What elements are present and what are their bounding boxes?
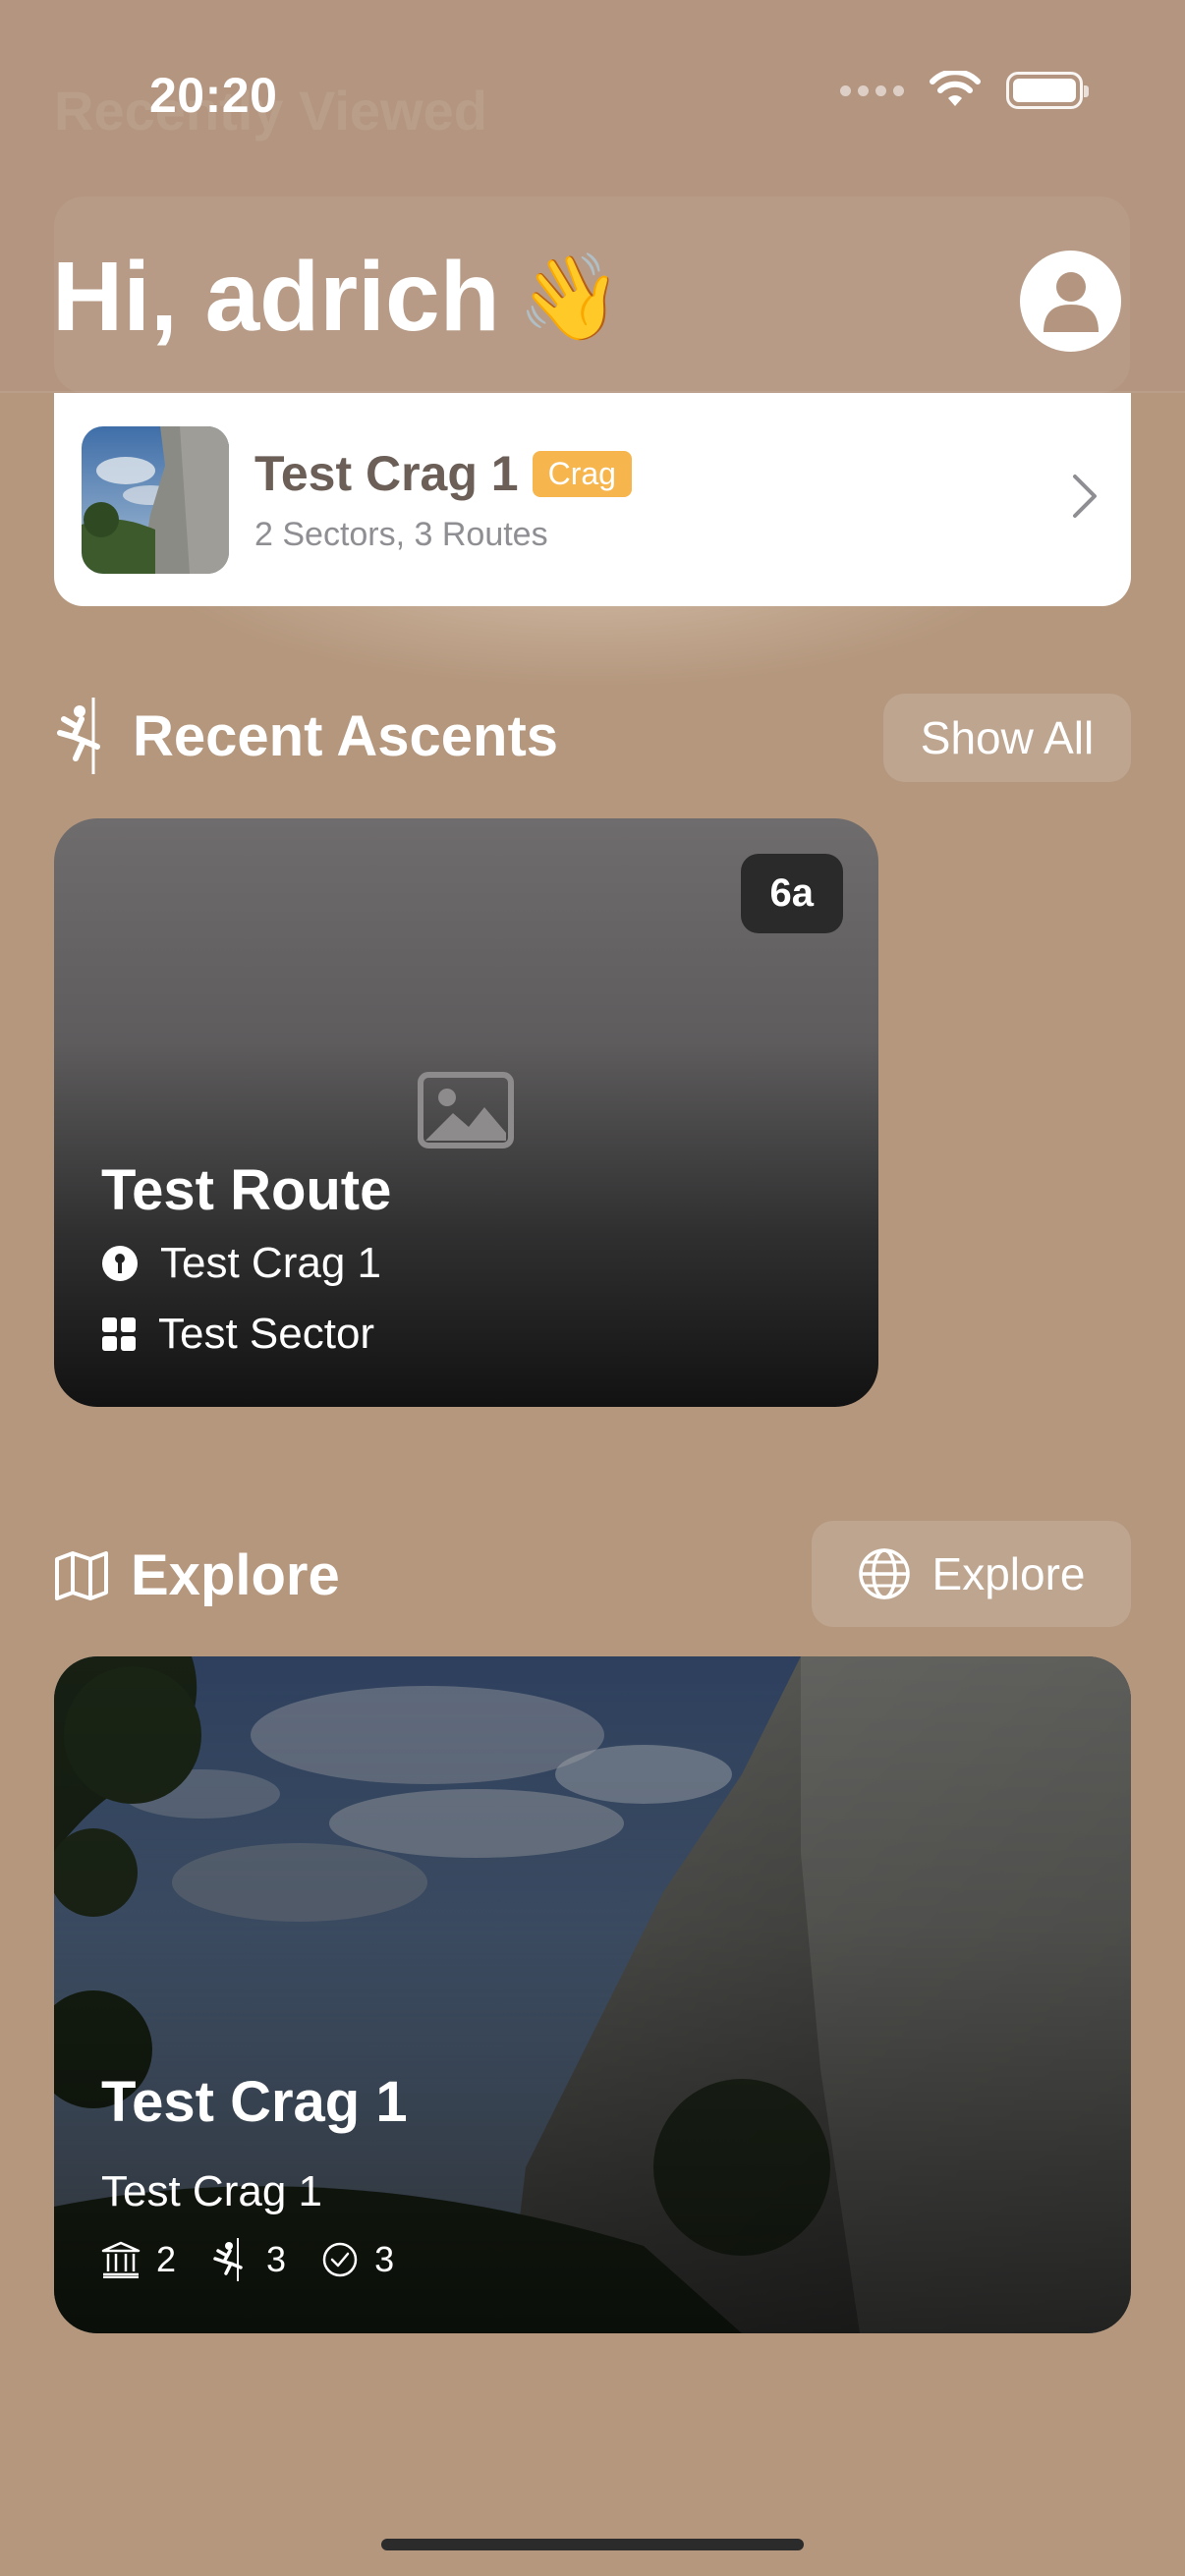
show-all-button[interactable]: Show All <box>883 694 1131 782</box>
ascents-count: 3 <box>374 2239 395 2279</box>
home-indicator[interactable] <box>381 2539 804 2550</box>
crag-tag: Crag <box>532 450 632 497</box>
explore-crag-title: Test Crag 1 <box>101 2070 408 2134</box>
wifi-icon <box>930 71 981 106</box>
greeting: Hi, adrich 👋 <box>52 241 623 354</box>
explore-crag-card[interactable]: Test Crag 1 Test Crag 1 2 3 3 <box>54 1656 1131 2333</box>
checkmark-circle-icon <box>322 2242 358 2277</box>
explore-crag-subtitle: Test Crag 1 <box>101 2167 322 2215</box>
climber-icon <box>213 2238 243 2281</box>
recently-viewed-card[interactable]: Test Crag 1 Crag 2 Sectors, 3 Routes <box>54 393 1131 606</box>
image-placeholder-icon <box>418 1072 514 1148</box>
status-time: 20:20 <box>149 68 278 123</box>
status-icons <box>840 71 1089 110</box>
wave-emoji: 👋 <box>517 251 623 345</box>
globe-icon <box>858 1548 910 1599</box>
chevron-right-icon <box>1073 475 1097 518</box>
explore-button-label: Explore <box>931 1548 1086 1599</box>
explore-button[interactable]: Explore <box>812 1521 1131 1627</box>
crag-summary: 2 Sectors, 3 Routes <box>254 516 548 553</box>
map-icon <box>55 1550 108 1600</box>
profile-button[interactable] <box>1020 251 1121 352</box>
crag-title: Test Crag 1 <box>254 446 519 501</box>
climber-icon <box>57 698 100 774</box>
cellular-icon <box>840 84 904 96</box>
photo-overlay <box>54 1656 1131 2333</box>
crag-thumbnail <box>82 425 229 574</box>
ascents-stat: 3 <box>321 2239 394 2280</box>
sectors-count: 2 <box>156 2239 177 2279</box>
sector-grid-icon <box>102 1317 136 1351</box>
routes-count: 3 <box>266 2239 287 2279</box>
grade-badge: 6a <box>740 854 843 933</box>
sector-line: Test Sector <box>101 1310 374 1359</box>
crag-pin-icon <box>102 1246 138 1281</box>
show-all-label: Show All <box>920 712 1095 763</box>
crag-name: Test Crag 1 <box>160 1239 381 1287</box>
greeting-text: Hi, adrich <box>52 242 500 352</box>
recent-ascents-header: Recent Ascents <box>54 698 558 774</box>
header: Recently Viewed 20:20 Hi, adrich 👋 <box>0 0 1185 393</box>
route-name: Test Route <box>101 1158 392 1222</box>
routes-stat: 3 <box>211 2238 286 2281</box>
recent-ascents-title: Recent Ascents <box>133 703 559 768</box>
sector-name: Test Sector <box>158 1310 375 1358</box>
ascent-card[interactable]: 6a Test Route Test Crag 1 Test Sector <box>54 818 878 1407</box>
battery-icon <box>1006 72 1089 109</box>
crag-stats: 2 3 3 <box>101 2238 406 2281</box>
crag-line: Test Crag 1 <box>101 1239 381 1288</box>
building-columns-icon <box>101 2241 141 2278</box>
explore-header: Explore <box>54 1542 340 1608</box>
explore-title: Explore <box>131 1543 340 1607</box>
sectors-stat: 2 <box>101 2239 176 2280</box>
person-icon <box>1043 271 1099 332</box>
